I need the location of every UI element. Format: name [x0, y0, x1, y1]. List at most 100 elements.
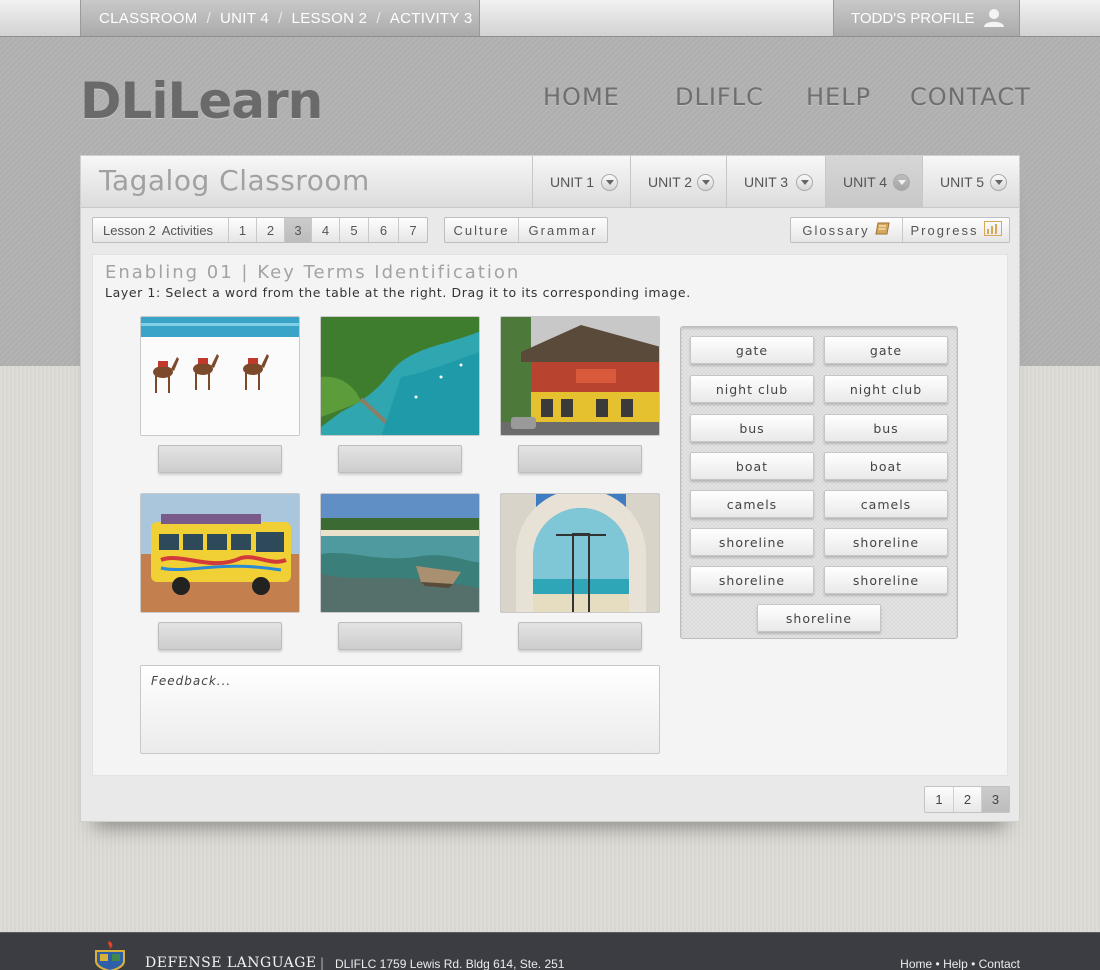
footer: DEFENSE LANGUAGE | DLIFLC 1759 Lewis Rd.… [0, 932, 1100, 970]
lesson-label: Lesson 2 [103, 222, 156, 238]
breadcrumb: CLASSROOM / UNIT 4 / LESSON 2 / ACTIVITY… [80, 0, 480, 36]
activity-button-4[interactable]: 4 [311, 218, 339, 242]
word-tile[interactable]: camels [690, 490, 814, 518]
word-tile[interactable]: boat [690, 452, 814, 480]
nav-help[interactable]: HELP [806, 83, 871, 111]
tab-unit-3[interactable]: UNIT 3 [726, 156, 825, 207]
tab-culture[interactable]: Culture [445, 218, 518, 242]
activity-instructions: Layer 1: Select a word from the table at… [105, 285, 691, 300]
word-tile[interactable]: bus [690, 414, 814, 442]
image-shoreline [320, 316, 480, 436]
nav-contact[interactable]: CONTACT [910, 83, 1031, 111]
tab-unit-1[interactable]: UNIT 1 [532, 156, 630, 207]
footer-link-separator: • [935, 957, 940, 970]
tab-unit-2[interactable]: UNIT 2 [630, 156, 726, 207]
profile-button[interactable]: TODD'S PROFILE [833, 0, 1020, 36]
tab-unit-4[interactable]: UNIT 4 [825, 156, 922, 207]
tab-label: UNIT 3 [744, 173, 789, 190]
word-tile[interactable]: shoreline [824, 566, 948, 594]
book-icon [875, 222, 891, 239]
word-tile[interactable]: boat [824, 452, 948, 480]
logo[interactable]: DLiLearn [80, 72, 323, 130]
word-tile[interactable]: camels [824, 490, 948, 518]
profile-label: TODD'S PROFILE [851, 9, 975, 27]
drop-target-shoreline[interactable] [338, 445, 462, 473]
activity-title: Enabling 01 | Key Terms Identification [105, 262, 521, 283]
word-tile[interactable]: night club [690, 375, 814, 403]
chevron-down-icon [893, 174, 910, 191]
bar-chart-icon [983, 221, 1002, 239]
pagination: 1 2 3 [924, 786, 1010, 813]
activities-label: Activities [161, 222, 214, 238]
tab-label: UNIT 4 [843, 173, 888, 190]
footer-address: DLIFLC 1759 Lewis Rd. Bldg 614, Ste. 251 [335, 957, 565, 970]
drop-target-boat[interactable] [338, 622, 462, 650]
activity-button-7[interactable]: 7 [398, 218, 427, 242]
activity-button-3[interactable]: 3 [284, 218, 311, 242]
tab-label: UNIT 2 [648, 173, 693, 190]
footer-divider: | [320, 956, 325, 970]
activity-button-2[interactable]: 2 [256, 218, 284, 242]
footer-link-home[interactable]: Home [900, 957, 932, 970]
breadcrumb-separator: / [206, 9, 212, 27]
footer-link-separator: • [971, 957, 976, 970]
section-tabs: Culture Grammar [444, 217, 608, 243]
breadcrumb-classroom[interactable]: CLASSROOM [99, 10, 198, 27]
feedback-box: Feedback... [140, 665, 660, 754]
lesson-activities-label: Lesson 2 Activities [93, 218, 228, 242]
word-tile[interactable]: gate [690, 336, 814, 364]
breadcrumb-unit[interactable]: UNIT 4 [220, 10, 269, 27]
glossary-button[interactable]: Glossary [791, 218, 902, 242]
tab-label: UNIT 5 [940, 173, 985, 190]
image-camels [140, 316, 300, 436]
activity-content: Enabling 01 | Key Terms Identification L… [92, 254, 1008, 776]
drop-target-bus[interactable] [158, 622, 282, 650]
glossary-label: Glossary [802, 222, 870, 238]
breadcrumb-lesson[interactable]: LESSON 2 [292, 10, 368, 27]
tab-grammar[interactable]: Grammar [518, 218, 607, 242]
lesson-activity-bar: Lesson 2 Activities 1 2 3 4 5 6 7 [92, 217, 428, 243]
word-tile[interactable]: bus [824, 414, 948, 442]
page-button-2[interactable]: 2 [953, 787, 981, 812]
page-button-1[interactable]: 1 [925, 787, 953, 812]
word-tile[interactable]: shoreline [824, 528, 948, 556]
tab-unit-5[interactable]: UNIT 5 [922, 156, 1019, 207]
footer-link-help[interactable]: Help [943, 957, 968, 970]
breadcrumb-separator: / [376, 9, 381, 27]
chevron-down-icon [601, 174, 618, 191]
breadcrumb-activity[interactable]: ACTIVITY 3 [390, 10, 473, 27]
panel-header: Tagalog Classroom UNIT 1 UNIT 2 UNIT 3 U… [81, 156, 1019, 208]
word-tile[interactable]: gate [824, 336, 948, 364]
drop-target-gate[interactable] [518, 622, 642, 650]
tab-label: UNIT 1 [550, 173, 595, 190]
word-tile[interactable]: shoreline [757, 604, 881, 632]
word-tile[interactable]: shoreline [690, 566, 814, 594]
classroom-panel: Tagalog Classroom UNIT 1 UNIT 2 UNIT 3 U… [80, 155, 1020, 822]
footer-link-contact[interactable]: Contact [979, 957, 1020, 970]
drop-target-night-club[interactable] [518, 445, 642, 473]
chevron-down-icon [990, 174, 1007, 191]
classroom-title: Tagalog Classroom [99, 164, 370, 197]
nav-dliflc[interactable]: DLIFLC [675, 83, 764, 111]
progress-button[interactable]: Progress [902, 218, 1009, 242]
image-bus [140, 493, 300, 613]
page-button-3[interactable]: 3 [981, 787, 1009, 812]
top-bar: CLASSROOM / UNIT 4 / LESSON 2 / ACTIVITY… [0, 0, 1100, 37]
chevron-down-icon [697, 174, 714, 191]
activity-button-1[interactable]: 1 [228, 218, 256, 242]
image-gate [500, 493, 660, 613]
nav-home[interactable]: HOME [543, 83, 620, 111]
word-tile[interactable]: night club [824, 375, 948, 403]
tools-bar: Glossary Progress [790, 217, 1010, 243]
drop-target-camels[interactable] [158, 445, 282, 473]
image-boat [320, 493, 480, 613]
breadcrumb-separator: / [278, 9, 283, 27]
footer-links: Home • Help • Contact [900, 957, 1020, 970]
chevron-down-icon [796, 174, 813, 191]
word-tile[interactable]: shoreline [690, 528, 814, 556]
image-night-club [500, 316, 660, 436]
activity-button-5[interactable]: 5 [339, 218, 368, 242]
footer-org-name: DEFENSE LANGUAGE [145, 955, 317, 970]
activity-button-6[interactable]: 6 [368, 218, 398, 242]
user-icon [981, 8, 1007, 32]
